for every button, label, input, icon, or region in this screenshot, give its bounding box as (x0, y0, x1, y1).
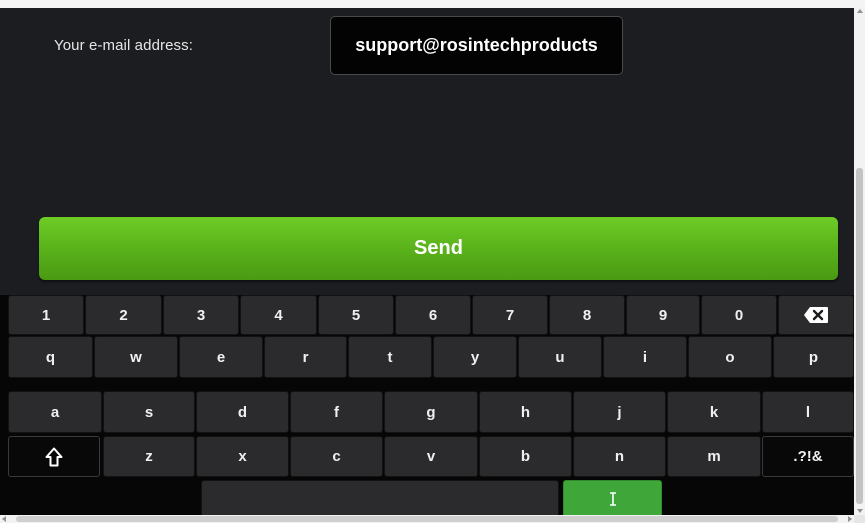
top-strip (0, 0, 865, 8)
key-0[interactable]: 0 (701, 295, 777, 335)
key-a[interactable]: a (8, 391, 102, 433)
key-u[interactable]: u (518, 336, 602, 378)
scrollbar-corner (854, 515, 865, 523)
key-8[interactable]: 8 (549, 295, 625, 335)
send-button[interactable]: Send (39, 217, 838, 280)
key-q[interactable]: q (8, 336, 93, 378)
horizontal-scrollbar[interactable] (0, 515, 854, 523)
key-e[interactable]: e (179, 336, 263, 378)
app-panel: Your e-mail address: support@rosintechpr… (0, 8, 854, 518)
backspace-key[interactable] (778, 295, 854, 335)
horizontal-scroll-thumb[interactable] (16, 516, 838, 522)
key-2[interactable]: 2 (85, 295, 162, 335)
key-j[interactable]: j (573, 391, 666, 433)
key-m[interactable]: m (667, 436, 761, 477)
email-label: Your e-mail address: (54, 37, 194, 54)
key-p[interactable]: p (773, 336, 854, 378)
backspace-icon (804, 307, 828, 323)
key-y[interactable]: y (433, 336, 517, 378)
key-s[interactable]: s (103, 391, 195, 433)
key-v[interactable]: v (384, 436, 478, 477)
scroll-left-icon[interactable] (2, 516, 6, 522)
key-r[interactable]: r (264, 336, 347, 378)
shift-key[interactable] (8, 436, 100, 477)
key-c[interactable]: c (290, 436, 383, 477)
key-o[interactable]: o (688, 336, 772, 378)
key-4[interactable]: 4 (240, 295, 317, 335)
cursor-key[interactable] (563, 480, 662, 518)
key-t[interactable]: t (348, 336, 432, 378)
key-i[interactable]: i (603, 336, 687, 378)
key-d[interactable]: d (196, 391, 289, 433)
key-x[interactable]: x (196, 436, 289, 477)
key-l[interactable]: l (762, 391, 854, 433)
key-5[interactable]: 5 (318, 295, 394, 335)
vertical-scrollbar[interactable] (854, 8, 865, 515)
email-field[interactable]: support@rosintechproducts (330, 16, 623, 75)
space-key[interactable] (201, 480, 559, 518)
key-n[interactable]: n (573, 436, 666, 477)
key-7[interactable]: 7 (472, 295, 548, 335)
symbols-key[interactable]: .?!& (762, 436, 854, 477)
text-cursor-icon (609, 492, 616, 506)
scroll-up-icon[interactable] (857, 9, 863, 13)
key-g[interactable]: g (384, 391, 478, 433)
key-6[interactable]: 6 (395, 295, 471, 335)
key-w[interactable]: w (94, 336, 178, 378)
key-3[interactable]: 3 (163, 295, 239, 335)
on-screen-keyboard: 1 2 3 4 5 6 7 8 9 0 q w e r t y u i o p … (0, 295, 854, 518)
scroll-right-icon[interactable] (848, 516, 852, 522)
scroll-down-icon[interactable] (857, 509, 863, 513)
key-b[interactable]: b (479, 436, 572, 477)
key-z[interactable]: z (103, 436, 195, 477)
key-1[interactable]: 1 (8, 295, 84, 335)
vertical-scroll-thumb[interactable] (856, 168, 863, 504)
shift-arrow-icon (45, 447, 63, 466)
key-f[interactable]: f (290, 391, 383, 433)
key-9[interactable]: 9 (626, 295, 700, 335)
key-h[interactable]: h (479, 391, 572, 433)
key-k[interactable]: k (667, 391, 761, 433)
